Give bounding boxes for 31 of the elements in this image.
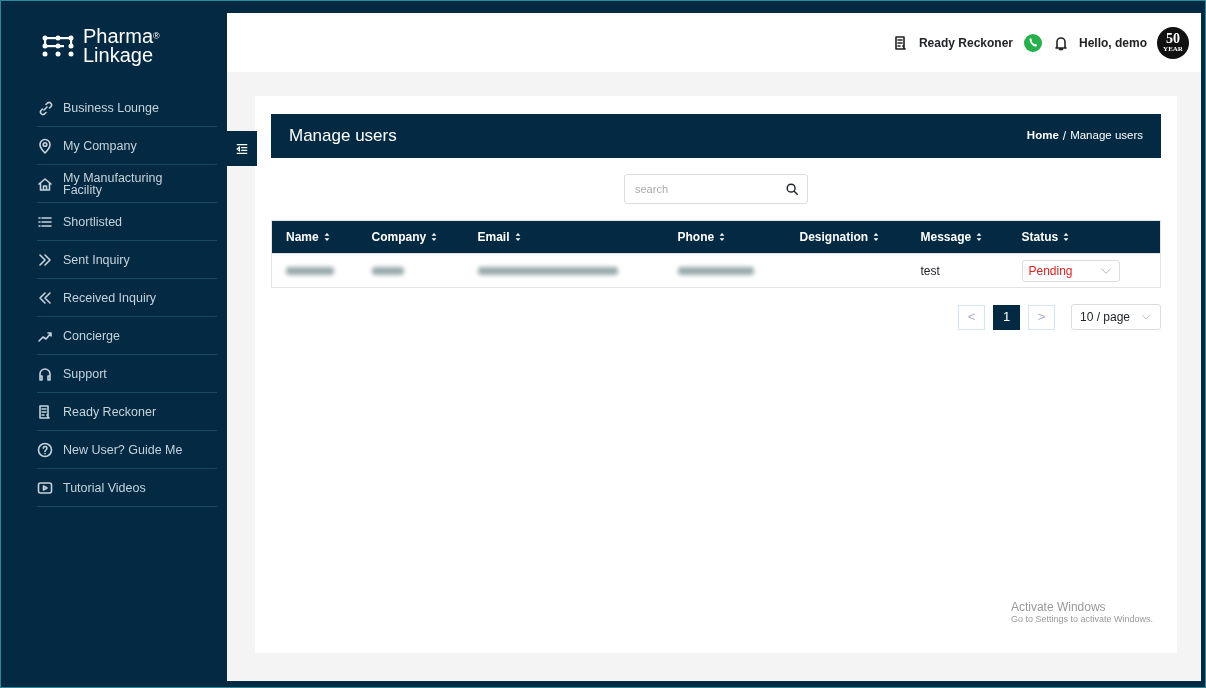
page-size-select[interactable]: 10 / page xyxy=(1071,304,1161,330)
column-header[interactable]: Status xyxy=(1007,220,1161,254)
sidebar-item[interactable]: Tutorial Videos xyxy=(37,469,217,507)
sidebar-item[interactable]: Business Lounge xyxy=(37,89,217,127)
sidebar-item[interactable]: Support xyxy=(37,355,217,393)
os-notice-title: Activate Windows xyxy=(1010,601,1107,613)
sidebar-item[interactable]: My Company xyxy=(37,127,217,165)
sidebar-item[interactable]: Sent Inquiry xyxy=(37,241,217,279)
logo-text: Pharma$^{®}$ Linkage xyxy=(83,27,160,65)
column-header[interactable]: Designation xyxy=(785,220,907,254)
column-header[interactable]: Message xyxy=(906,220,1008,254)
page-button[interactable]: 1 xyxy=(993,304,1020,330)
page-title: Manage users xyxy=(289,125,397,148)
sidebar-item[interactable]: Received Inquiry xyxy=(37,279,217,317)
search-field[interactable]: search xyxy=(624,174,808,204)
sidebar-item[interactable]: My Manufacturing Facility xyxy=(37,165,217,203)
sidebar-item[interactable]: Ready Reckoner xyxy=(37,393,217,431)
column-header[interactable]: Company xyxy=(357,220,464,254)
status-select[interactable]: Pending xyxy=(1021,259,1120,282)
os-notice-text: Go to Settings to activate Windows. xyxy=(1010,613,1153,625)
column-header[interactable]: Phone xyxy=(663,220,786,254)
column-header[interactable]: Name xyxy=(271,220,358,254)
column-header[interactable]: Email xyxy=(463,220,664,254)
greeting-text: Hello, demo xyxy=(1079,34,1147,52)
sidebar-item[interactable]: Shortlisted xyxy=(37,203,217,241)
sidebar-item[interactable]: New User? Guide Me xyxy=(37,431,217,469)
sidebar-item[interactable]: Concierge xyxy=(37,317,217,355)
breadcrumb-link[interactable]: Home xyxy=(1026,127,1059,145)
breadcrumb-separator: / xyxy=(1062,128,1067,145)
ready-reckoner-link[interactable]: Ready Reckoner xyxy=(918,33,1013,52)
table-cell: test xyxy=(920,263,940,278)
